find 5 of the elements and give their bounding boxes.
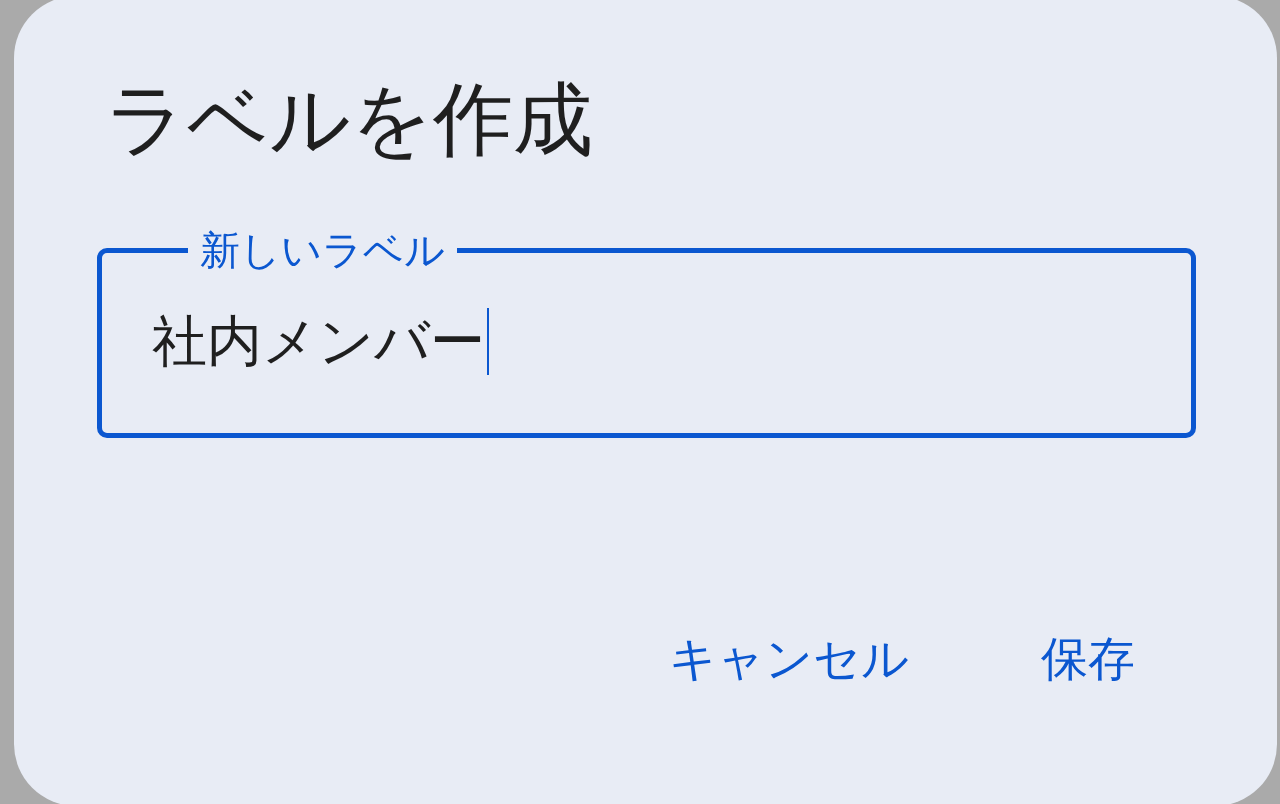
- cancel-button[interactable]: キャンセル: [645, 611, 933, 707]
- dialog-title: ラベルを作成: [105, 72, 593, 168]
- save-button[interactable]: 保存: [1017, 611, 1159, 707]
- field-label: 新しいラベル: [199, 226, 446, 274]
- text-cursor-icon: [487, 307, 489, 375]
